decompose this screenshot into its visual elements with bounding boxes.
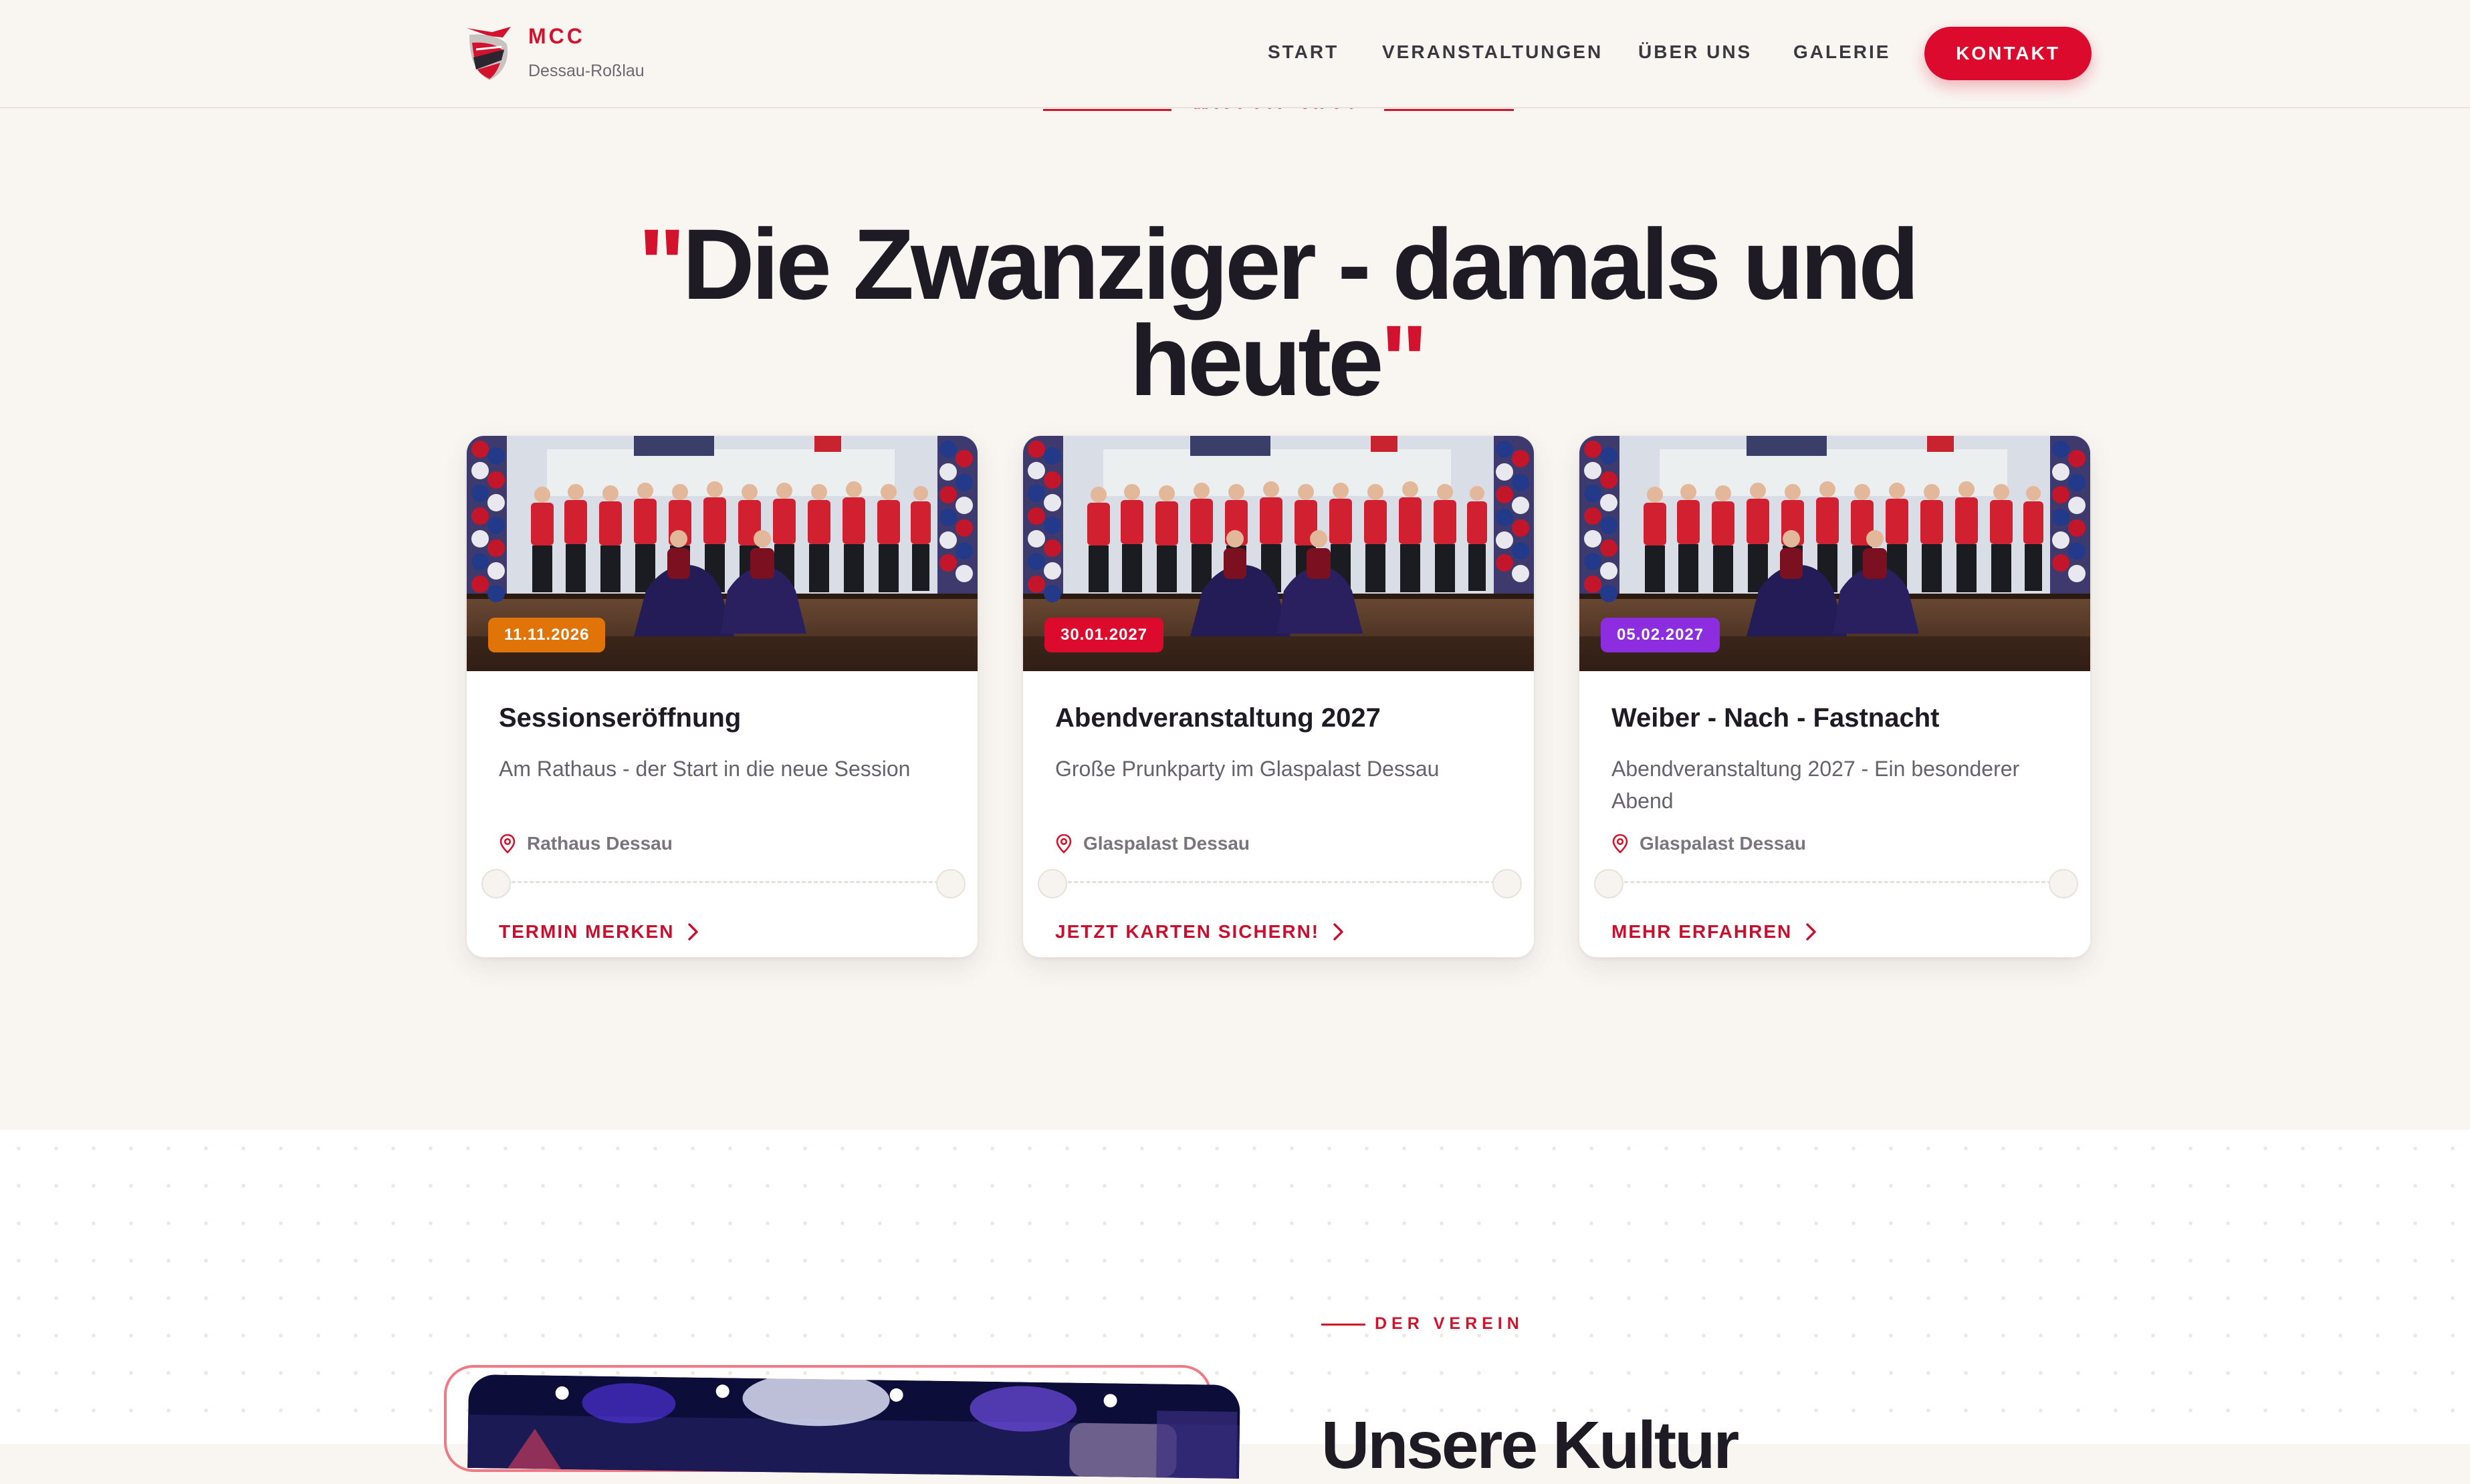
- ticket-divider: [1050, 881, 1507, 883]
- verein-photo: [467, 1374, 1240, 1479]
- verein-title: Unsere Kultur: [1321, 1408, 1739, 1483]
- event-cta-link[interactable]: TERMIN MERKEN: [499, 921, 701, 943]
- chevron-right-icon: [688, 923, 699, 941]
- event-description: Große Prunkparty im Glaspalast Dessau: [1055, 757, 1440, 781]
- event-cta-label: MEHR ERFAHREN: [1611, 921, 1793, 942]
- quote-open: ": [638, 207, 685, 320]
- event-cta-label: TERMIN MERKEN: [499, 921, 675, 942]
- verein-section: DER VEREIN Unsere Kultur: [0, 1130, 2470, 1483]
- ticket-divider: [1606, 881, 2063, 883]
- motto-title: "Die Zwanziger - damals und heute": [535, 214, 2019, 410]
- nav-item-veranstaltungen[interactable]: VERANSTALTUNGEN: [1382, 41, 1603, 63]
- event-card[interactable]: 05.02.2027 Weiber - Nach - Fastnacht Abe…: [1579, 436, 2090, 957]
- nav-item-ueber-uns[interactable]: ÜBER UNS: [1638, 41, 1752, 63]
- event-cta-link[interactable]: JETZT KARTEN SICHERN!: [1055, 921, 1346, 943]
- location-pin-icon: [499, 834, 516, 854]
- event-description: Am Rathaus - der Start in die neue Sessi…: [499, 757, 911, 781]
- chevron-right-icon: [1333, 923, 1343, 941]
- nav-item-start[interactable]: START: [1268, 41, 1339, 63]
- event-location: Rathaus Dessau: [499, 833, 673, 854]
- ticket-notch-right: [2049, 869, 2078, 898]
- event-location-label: Rathaus Dessau: [527, 833, 673, 854]
- event-location-label: Glaspalast Dessau: [1640, 833, 1807, 854]
- ticket-notch-right: [1492, 869, 1522, 898]
- location-pin-icon: [1056, 834, 1072, 854]
- event-cta-label: JETZT KARTEN SICHERN!: [1055, 921, 1320, 942]
- club-logo[interactable]: [463, 23, 516, 84]
- event-title[interactable]: Sessionseröffnung: [499, 703, 741, 733]
- location-pin-icon: [1612, 834, 1628, 854]
- chevron-right-icon: [1806, 923, 1816, 941]
- ticket-notch-left: [1594, 869, 1623, 898]
- verein-eyebrow: DER VEREIN: [1375, 1314, 1524, 1333]
- event-date-badge: 30.01.2027: [1044, 618, 1164, 652]
- event-cta-link[interactable]: MEHR ERFAHREN: [1611, 921, 1819, 943]
- ticket-notch-left: [481, 869, 511, 898]
- motto-divider-right: [1384, 109, 1514, 111]
- ticket-notch-left: [1038, 869, 1067, 898]
- event-card[interactable]: 11.11.2026 Sessionseröffnung Am Rathaus …: [467, 436, 978, 957]
- ticket-divider: [493, 881, 951, 883]
- event-date-badge: 11.11.2026: [488, 618, 606, 652]
- brand-subtitle: Dessau-Roßlau: [528, 61, 645, 80]
- event-date-badge: 05.02.2027: [1601, 618, 1720, 652]
- quote-close: ": [1380, 303, 1428, 416]
- event-location: Glaspalast Dessau: [1611, 833, 1806, 854]
- site-header: MCC Dessau-Roßlau START VERANSTALTUNGEN …: [0, 0, 2470, 108]
- ticket-notch-right: [936, 869, 966, 898]
- eyebrow-divider: [1321, 1324, 1365, 1326]
- event-title[interactable]: Abendveranstaltung 2027: [1055, 703, 1381, 733]
- event-location: Glaspalast Dessau: [1055, 833, 1250, 854]
- nav-item-galerie[interactable]: GALERIE: [1793, 41, 1890, 63]
- event-location-label: Glaspalast Dessau: [1083, 833, 1250, 854]
- event-card[interactable]: 30.01.2027 Abendveranstaltung 2027 Große…: [1023, 436, 1534, 957]
- brand-name[interactable]: MCC: [528, 24, 585, 49]
- motto-title-text: Die Zwanziger - damals und heute: [682, 207, 1919, 416]
- contact-button[interactable]: KONTAKT: [1924, 27, 2092, 80]
- event-title[interactable]: Weiber - Nach - Fastnacht: [1611, 703, 1939, 733]
- event-description: Abendveranstaltung 2027 - Ein besonderer…: [1611, 757, 2020, 813]
- motto-divider-left: [1043, 109, 1171, 111]
